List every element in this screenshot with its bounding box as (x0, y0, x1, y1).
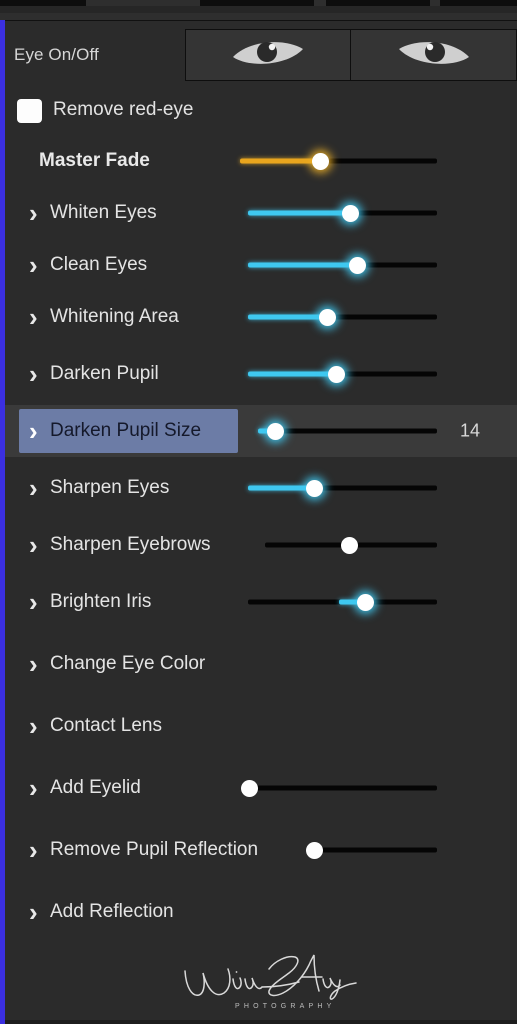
slider-knob[interactable] (241, 779, 259, 797)
chevron-right-icon[interactable]: › (29, 418, 38, 444)
control-label: Brighten Iris (50, 591, 152, 612)
control-label: Clean Eyes (50, 254, 148, 275)
control-row-add-eyelid[interactable]: › Add Eyelid (5, 757, 517, 819)
remove-red-eye-label: Remove red-eye (53, 99, 194, 120)
toolbar-segment (200, 0, 314, 6)
chevron-right-icon[interactable]: › (29, 361, 38, 387)
chevron-right-icon[interactable]: › (29, 200, 38, 226)
watermark-subtitle: PHOTOGRAPHY (235, 1003, 336, 1010)
toolbar-fill (0, 6, 517, 13)
slider-knob[interactable] (349, 256, 367, 274)
slider[interactable] (248, 479, 437, 497)
left-eye-toggle[interactable] (186, 30, 351, 80)
slider[interactable] (240, 152, 437, 170)
remove-red-eye-checkbox[interactable] (17, 99, 42, 123)
slider-fill (248, 210, 351, 216)
chevron-right-icon[interactable]: › (29, 589, 38, 615)
eye-on-off-label: Eye On/Off (14, 45, 99, 64)
slider-knob[interactable] (340, 536, 358, 554)
control-row-sharpen-eyes[interactable]: › Sharpen Eyes (5, 457, 517, 519)
panel-bottom-edge (0, 1020, 517, 1024)
control-row-add-reflection[interactable]: › Add Reflection (5, 881, 517, 943)
slider-track[interactable] (248, 785, 437, 791)
chevron-right-icon[interactable]: › (29, 651, 38, 677)
slider[interactable] (248, 308, 437, 326)
control-row-master-fade[interactable]: Master Fade (5, 135, 517, 187)
control-label: Contact Lens (50, 715, 162, 736)
eye-icon-right (395, 36, 473, 75)
slider[interactable] (265, 536, 437, 554)
chevron-right-icon[interactable]: › (29, 475, 38, 501)
control-row-sharpen-eyebrows[interactable]: › Sharpen Eyebrows (5, 519, 517, 571)
slider-value: 14 (460, 420, 481, 441)
slider[interactable] (258, 422, 437, 440)
slider-knob[interactable] (356, 593, 374, 611)
control-label: Whiten Eyes (50, 202, 157, 223)
control-label: Master Fade (39, 150, 150, 171)
control-label: Add Reflection (50, 901, 174, 922)
toolbar-segment (440, 0, 517, 6)
control-row-whiten-eyes[interactable]: › Whiten Eyes (5, 187, 517, 239)
chevron-right-icon[interactable]: › (29, 837, 38, 863)
slider[interactable] (248, 593, 437, 611)
control-row-contact-lens[interactable]: › Contact Lens (5, 695, 517, 757)
chevron-right-icon[interactable]: › (29, 899, 38, 925)
slider-knob[interactable] (318, 308, 336, 326)
slider[interactable] (248, 365, 437, 383)
slider[interactable] (248, 204, 437, 222)
control-row-clean-eyes[interactable]: › Clean Eyes (5, 239, 517, 291)
slider-knob[interactable] (328, 365, 346, 383)
eye-controls-panel: Eye On/Off Remove red-eye Master Fade › … (0, 0, 517, 1024)
eye-on-off-row: Eye On/Off (5, 21, 517, 87)
toolbar-strip (0, 0, 517, 21)
slider-fill (240, 158, 321, 164)
control-row-change-eye-color[interactable]: › Change Eye Color (5, 633, 517, 695)
toolbar-segment (326, 0, 430, 6)
slider-knob[interactable] (305, 479, 323, 497)
eye-icon-left (229, 36, 307, 75)
slider[interactable] (241, 779, 437, 797)
control-label: Change Eye Color (50, 653, 206, 674)
slider-knob[interactable] (267, 422, 285, 440)
control-row-whitening-area[interactable]: › Whitening Area (5, 291, 517, 343)
control-label: Sharpen Eyes (50, 477, 170, 498)
chevron-right-icon[interactable]: › (29, 304, 38, 330)
chevron-right-icon[interactable]: › (29, 252, 38, 278)
control-row-darken-pupil[interactable]: › Darken Pupil (5, 343, 517, 405)
slider-track[interactable] (258, 428, 437, 434)
control-label: Sharpen Eyebrows (50, 534, 211, 555)
control-row-remove-pupil-reflection[interactable]: › Remove Pupil Reflection (5, 819, 517, 881)
slider-fill (248, 314, 328, 320)
right-eye-toggle[interactable] (351, 30, 516, 80)
remove-red-eye-row[interactable]: Remove red-eye (5, 87, 517, 135)
slider-fill (248, 262, 358, 268)
control-label: Darken Pupil Size (50, 420, 202, 441)
chevron-right-icon[interactable]: › (29, 532, 38, 558)
slider-track[interactable] (312, 847, 437, 853)
slider-knob[interactable] (341, 204, 359, 222)
control-label: Remove Pupil Reflection (50, 839, 259, 860)
slider[interactable] (248, 256, 437, 274)
control-label: Darken Pupil (50, 363, 159, 384)
control-label: Add Eyelid (50, 777, 141, 798)
control-row-darken-pupil-size[interactable]: › Darken Pupil Size 14 (5, 405, 517, 457)
chevron-right-icon[interactable]: › (29, 775, 38, 801)
accent-strip (0, 20, 5, 1024)
chevron-right-icon[interactable]: › (29, 713, 38, 739)
panel-body: Eye On/Off Remove red-eye Master Fade › … (5, 21, 517, 1024)
control-label: Whitening Area (50, 306, 179, 327)
slider-knob[interactable] (312, 152, 330, 170)
slider[interactable] (306, 841, 437, 859)
eye-toggle-group (185, 29, 517, 81)
slider-fill (248, 371, 337, 377)
slider-knob[interactable] (306, 841, 323, 859)
slider-fill (248, 485, 315, 491)
toolbar-segment (0, 0, 86, 6)
control-row-brighten-iris[interactable]: › Brighten Iris (5, 571, 517, 633)
control-rows: Master Fade › Whiten Eyes › Clean Eyes › White… (5, 135, 517, 943)
